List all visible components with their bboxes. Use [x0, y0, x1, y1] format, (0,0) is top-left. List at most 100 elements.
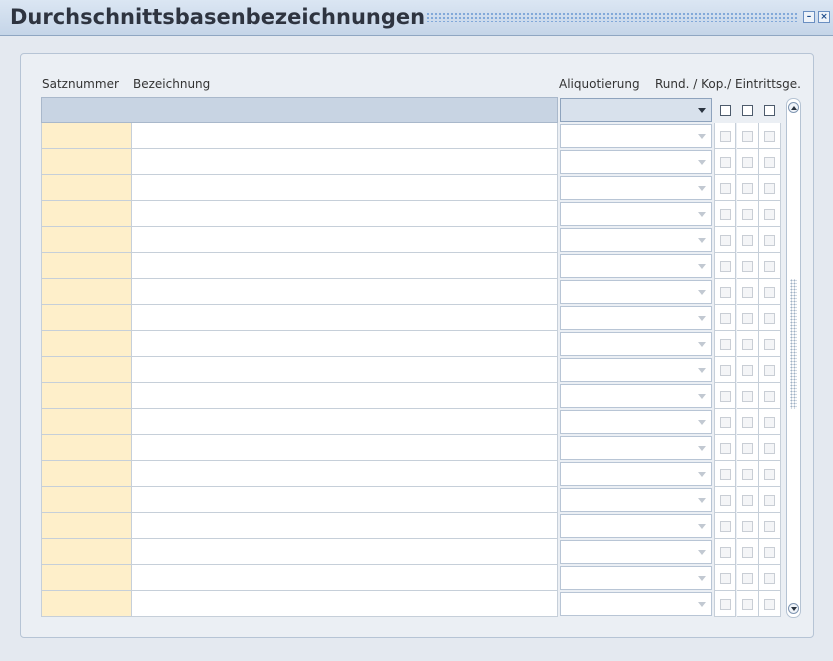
- aliquotierung-select[interactable]: [560, 306, 712, 330]
- scroll-thumb-grip[interactable]: [790, 279, 797, 409]
- satznummer-cell[interactable]: [41, 201, 132, 227]
- rund-checkbox[interactable]: [720, 547, 731, 558]
- kop-checkbox[interactable]: [742, 183, 753, 194]
- aliquotierung-select[interactable]: [560, 254, 712, 278]
- satznummer-cell[interactable]: [41, 357, 132, 383]
- scroll-up-button[interactable]: [788, 102, 799, 113]
- aliquotierung-select[interactable]: [560, 410, 712, 434]
- rund-checkbox[interactable]: [720, 573, 731, 584]
- eintritt-checkbox[interactable]: [764, 391, 775, 402]
- eintritt-checkbox[interactable]: [764, 235, 775, 246]
- kop-checkbox[interactable]: [742, 339, 753, 350]
- rund-checkbox[interactable]: [720, 287, 731, 298]
- aliquotierung-select[interactable]: [560, 566, 712, 590]
- rund-checkbox[interactable]: [720, 235, 731, 246]
- rund-checkbox[interactable]: [720, 365, 731, 376]
- filter-rund-checkbox[interactable]: [720, 105, 731, 116]
- kop-checkbox[interactable]: [742, 417, 753, 428]
- bezeichnung-cell[interactable]: [132, 357, 558, 383]
- bezeichnung-cell[interactable]: [132, 435, 558, 461]
- satznummer-cell[interactable]: [41, 539, 132, 565]
- satznummer-cell[interactable]: [41, 227, 132, 253]
- bezeichnung-cell[interactable]: [132, 513, 558, 539]
- bezeichnung-cell[interactable]: [132, 539, 558, 565]
- kop-checkbox[interactable]: [742, 157, 753, 168]
- rund-checkbox[interactable]: [720, 183, 731, 194]
- bezeichnung-cell[interactable]: [132, 383, 558, 409]
- eintritt-checkbox[interactable]: [764, 261, 775, 272]
- filter-aliquotierung-select[interactable]: [560, 98, 712, 122]
- eintritt-checkbox[interactable]: [764, 469, 775, 480]
- satznummer-cell[interactable]: [41, 149, 132, 175]
- bezeichnung-cell[interactable]: [132, 175, 558, 201]
- aliquotierung-select[interactable]: [560, 150, 712, 174]
- rund-checkbox[interactable]: [720, 313, 731, 324]
- kop-checkbox[interactable]: [742, 261, 753, 272]
- bezeichnung-cell[interactable]: [132, 149, 558, 175]
- satznummer-cell[interactable]: [41, 591, 132, 617]
- kop-checkbox[interactable]: [742, 573, 753, 584]
- kop-checkbox[interactable]: [742, 495, 753, 506]
- eintritt-checkbox[interactable]: [764, 495, 775, 506]
- aliquotierung-select[interactable]: [560, 176, 712, 200]
- rund-checkbox[interactable]: [720, 209, 731, 220]
- rund-checkbox[interactable]: [720, 157, 731, 168]
- kop-checkbox[interactable]: [742, 521, 753, 532]
- aliquotierung-select[interactable]: [560, 592, 712, 616]
- kop-checkbox[interactable]: [742, 469, 753, 480]
- satznummer-cell[interactable]: [41, 409, 132, 435]
- kop-checkbox[interactable]: [742, 443, 753, 454]
- satznummer-cell[interactable]: [41, 279, 132, 305]
- aliquotierung-select[interactable]: [560, 202, 712, 226]
- bezeichnung-cell[interactable]: [132, 227, 558, 253]
- bezeichnung-cell[interactable]: [132, 487, 558, 513]
- eintritt-checkbox[interactable]: [764, 339, 775, 350]
- satznummer-cell[interactable]: [41, 513, 132, 539]
- aliquotierung-select[interactable]: [560, 514, 712, 538]
- aliquotierung-select[interactable]: [560, 488, 712, 512]
- rund-checkbox[interactable]: [720, 599, 731, 610]
- satznummer-cell[interactable]: [41, 175, 132, 201]
- rund-checkbox[interactable]: [720, 131, 731, 142]
- kop-checkbox[interactable]: [742, 365, 753, 376]
- satznummer-cell[interactable]: [41, 253, 132, 279]
- satznummer-cell[interactable]: [41, 305, 132, 331]
- eintritt-checkbox[interactable]: [764, 547, 775, 558]
- aliquotierung-select[interactable]: [560, 124, 712, 148]
- filter-kop-checkbox[interactable]: [742, 105, 753, 116]
- bezeichnung-cell[interactable]: [132, 305, 558, 331]
- close-icon[interactable]: ×: [818, 11, 830, 23]
- kop-checkbox[interactable]: [742, 287, 753, 298]
- rund-checkbox[interactable]: [720, 443, 731, 454]
- bezeichnung-cell[interactable]: [132, 461, 558, 487]
- bezeichnung-cell[interactable]: [132, 591, 558, 617]
- aliquotierung-select[interactable]: [560, 358, 712, 382]
- eintritt-checkbox[interactable]: [764, 443, 775, 454]
- bezeichnung-cell[interactable]: [132, 123, 558, 149]
- rund-checkbox[interactable]: [720, 261, 731, 272]
- satznummer-cell[interactable]: [41, 565, 132, 591]
- minimize-icon[interactable]: –: [803, 11, 815, 23]
- bezeichnung-cell[interactable]: [132, 565, 558, 591]
- eintritt-checkbox[interactable]: [764, 287, 775, 298]
- scroll-down-button[interactable]: [788, 603, 799, 614]
- eintritt-checkbox[interactable]: [764, 599, 775, 610]
- eintritt-checkbox[interactable]: [764, 131, 775, 142]
- filter-eintritt-checkbox[interactable]: [764, 105, 775, 116]
- eintritt-checkbox[interactable]: [764, 521, 775, 532]
- kop-checkbox[interactable]: [742, 391, 753, 402]
- rund-checkbox[interactable]: [720, 391, 731, 402]
- aliquotierung-select[interactable]: [560, 228, 712, 252]
- eintritt-checkbox[interactable]: [764, 417, 775, 428]
- bezeichnung-cell[interactable]: [132, 409, 558, 435]
- satznummer-cell[interactable]: [41, 123, 132, 149]
- rund-checkbox[interactable]: [720, 417, 731, 428]
- rund-checkbox[interactable]: [720, 521, 731, 532]
- kop-checkbox[interactable]: [742, 131, 753, 142]
- satznummer-cell[interactable]: [41, 383, 132, 409]
- eintritt-checkbox[interactable]: [764, 573, 775, 584]
- rund-checkbox[interactable]: [720, 469, 731, 480]
- bezeichnung-cell[interactable]: [132, 253, 558, 279]
- eintritt-checkbox[interactable]: [764, 313, 775, 324]
- satznummer-cell[interactable]: [41, 461, 132, 487]
